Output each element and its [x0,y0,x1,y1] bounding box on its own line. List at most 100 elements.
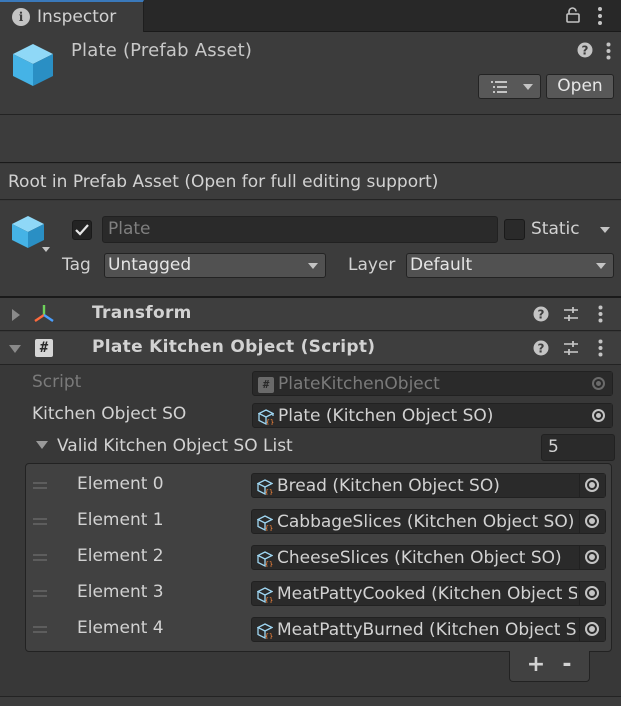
chevron-down-icon [596,263,606,269]
kitchen-object-so-field[interactable]: {} Plate (Kitchen Object SO) [252,403,613,428]
prefab-notice: Root in Prefab Asset (Open for full edit… [0,164,621,200]
object-picker-icon [585,550,599,564]
layer-select[interactable]: Default [406,253,614,278]
scriptable-object-icon: {} [258,409,274,425]
active-checkbox[interactable] [72,220,92,240]
scriptable-object-icon: {} [257,587,273,603]
gameobject-name-field[interactable]: Plate [102,216,498,243]
list-icon [491,81,507,93]
element-value: CheeseSlices (Kitchen Object SO) [277,548,562,568]
list-size-field[interactable]: 5 [541,434,615,461]
svg-text:{}: {} [265,633,273,640]
static-checkbox[interactable] [504,219,525,240]
foldout-expanded-icon[interactable] [9,345,21,353]
element-label: Element 0 [77,474,164,494]
transform-component-header[interactable]: Transform ? [0,298,621,331]
open-button[interactable]: Open [546,74,614,99]
object-picker-button[interactable] [579,546,605,569]
kebab-menu-icon[interactable] [598,339,603,357]
element-value: CabbageSlices (Kitchen Object SO) [277,512,575,532]
help-icon[interactable]: ? [533,306,549,322]
svg-text:?: ? [538,308,545,322]
presets-icon[interactable] [563,306,579,322]
svg-text:{}: {} [265,597,273,604]
kitchen-object-so-value: Plate (Kitchen Object SO) [278,406,494,426]
overrides-dropdown-button[interactable] [478,74,541,99]
add-element-button[interactable]: + [526,654,546,676]
prefab-header: Plate (Prefab Asset) ? Open [0,32,621,163]
notice-text: Root in Prefab Asset (Open for full edit… [8,172,439,192]
script-file-icon: # [258,377,274,393]
element-label: Element 4 [77,618,164,638]
tab-label: Inspector [37,7,117,27]
element-object-field[interactable]: {} MeatPattyBurned (Kitchen Object SO) [251,617,606,642]
element-label: Element 3 [77,582,164,602]
tag-value: Untagged [108,255,192,275]
gameobject-cube-icon[interactable] [10,214,46,250]
icon-dropdown-arrow-icon[interactable] [42,247,50,252]
kebab-menu-icon[interactable] [606,42,611,60]
tab-bar: i Inspector [0,0,621,32]
element-object-field[interactable]: {} MeatPattyCooked (Kitchen Object SO) [251,581,606,606]
tag-label: Tag [62,255,91,275]
drag-handle[interactable] [33,482,47,489]
object-picker-icon [585,622,599,636]
tag-select[interactable]: Untagged [104,253,326,278]
list-item: Element 3 {} MeatPattyCooked (Kitchen Ob… [26,576,611,612]
drag-handle[interactable] [33,518,47,525]
list-footer: + - [509,651,590,682]
drag-handle[interactable] [33,590,47,597]
object-picker-button[interactable] [579,618,605,641]
element-object-field[interactable]: {} CabbageSlices (Kitchen Object SO) [251,509,606,534]
presets-icon[interactable] [563,340,579,356]
chevron-down-icon [308,263,318,269]
lock-icon[interactable] [566,7,580,23]
object-picker-button[interactable] [579,474,605,497]
object-picker-icon [585,586,599,600]
help-icon[interactable]: ? [533,340,549,356]
script-hash-icon: # [35,339,53,357]
info-icon: i [12,8,30,26]
scriptable-object-icon: {} [257,623,273,639]
kebab-menu-icon[interactable] [597,6,603,26]
gameobject-header: Plate Static Tag Untagged Layer Default [0,201,621,298]
bottom-divider [0,696,621,706]
element-value: MeatPattyCooked (Kitchen Object SO) [277,584,577,604]
object-picker-button[interactable] [586,404,612,427]
script-field: # PlateKitchenObject [252,371,613,396]
svg-text:{}: {} [265,489,273,496]
drag-handle[interactable] [33,626,47,633]
static-dropdown-icon[interactable] [600,227,610,233]
script-value: PlateKitchenObject [278,374,440,394]
element-object-field[interactable]: {} CheeseSlices (Kitchen Object SO) [251,545,606,570]
object-picker-icon [592,409,605,422]
object-picker-button[interactable] [579,510,605,533]
static-label: Static [531,219,580,239]
script-component-header[interactable]: # Plate Kitchen Object (Script) ? [0,332,621,365]
drag-handle[interactable] [33,554,47,561]
element-value: Bread (Kitchen Object SO) [277,476,500,496]
help-icon[interactable]: ? [577,42,593,58]
valid-list-label[interactable]: Valid Kitchen Object SO List [57,436,293,456]
object-picker-icon [585,478,599,492]
remove-element-button[interactable]: - [557,654,577,676]
list-foldout-icon[interactable] [36,441,48,449]
transform-icon [34,305,54,322]
kitchen-object-so-label: Kitchen Object SO [32,404,187,424]
foldout-collapsed-icon[interactable] [12,309,20,321]
checkmark-icon [75,224,89,236]
element-object-field[interactable]: {} Bread (Kitchen Object SO) [251,473,606,498]
object-picker-icon [592,377,605,390]
list-item: Element 2 {} CheeseSlices (Kitchen Objec… [26,540,611,576]
tab-inspector[interactable]: i Inspector [0,0,144,32]
element-label: Element 2 [77,546,164,566]
svg-text:?: ? [582,44,589,58]
object-picker-button[interactable] [579,582,605,605]
element-label: Element 1 [77,510,164,530]
kebab-menu-icon[interactable] [598,305,603,323]
svg-text:?: ? [538,342,545,356]
script-label: Script [32,372,82,392]
script-component-title: Plate Kitchen Object (Script) [92,337,376,357]
transform-title: Transform [92,303,192,323]
layer-label: Layer [348,255,396,275]
